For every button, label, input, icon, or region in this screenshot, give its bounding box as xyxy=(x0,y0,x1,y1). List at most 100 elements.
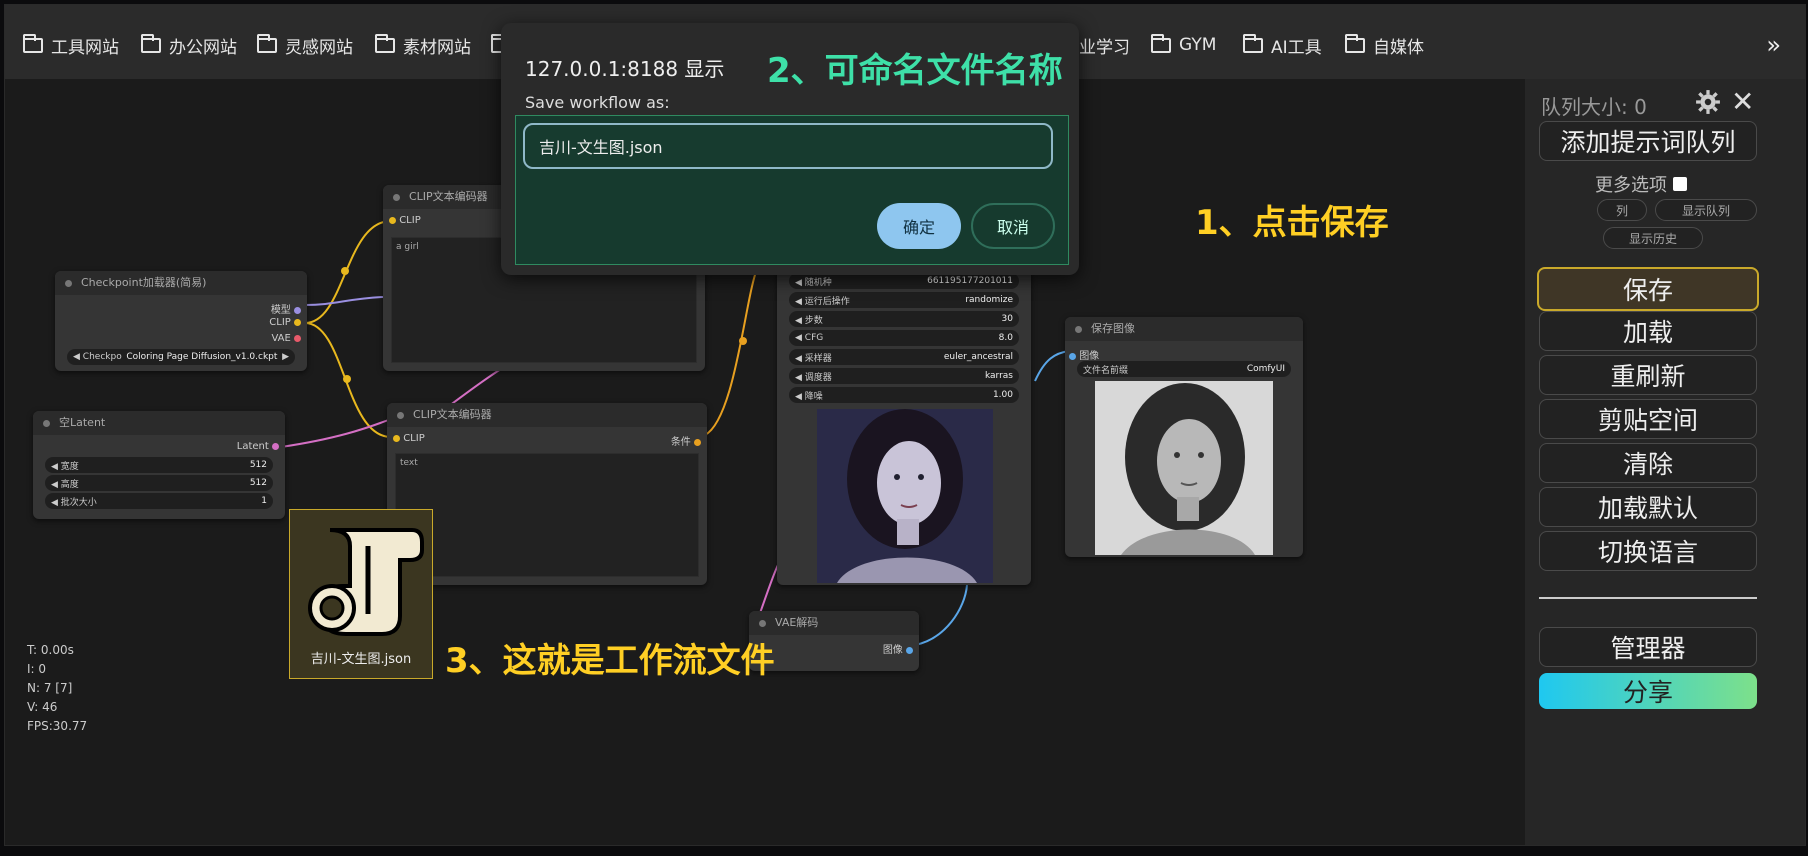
bookmark-label: 办公网站 xyxy=(169,37,237,58)
bookmarks-more-button[interactable]: » xyxy=(1766,31,1781,59)
output-model[interactable]: 模型 xyxy=(271,301,301,316)
output-image[interactable]: 图像 xyxy=(883,641,913,656)
dialog-prompt-label: Save workflow as: xyxy=(525,93,670,112)
wire-image-vae xyxy=(914,584,968,646)
filename-prefix-widget[interactable]: 文件名前缀 ComfyUI xyxy=(1077,361,1291,377)
view-queue-partial-button[interactable]: 列 xyxy=(1597,199,1647,221)
queue-prompt-button[interactable]: 添加提示词队列 xyxy=(1539,121,1757,161)
stat-fps: FPS:30.77 xyxy=(27,719,88,733)
stat-time: T: 0.00s xyxy=(27,643,74,657)
wire-conditioning xyxy=(704,268,758,436)
bookmark-label: 自媒体 xyxy=(1373,37,1424,58)
bookmark-label: GYM xyxy=(1179,35,1217,55)
workflow-file-icon xyxy=(308,528,424,636)
annotation-step-2: 2、可命名文件名称 xyxy=(767,51,1063,91)
bookmark-label: AI工具 xyxy=(1271,37,1322,58)
folder-icon xyxy=(141,33,161,53)
bookmark-tools[interactable]: 工具网站 xyxy=(23,33,119,58)
more-options-row[interactable]: 更多选项 xyxy=(1595,171,1687,197)
scheduler-widget[interactable]: ◀ 调度器 karras xyxy=(789,368,1019,384)
seed-widget[interactable]: ◀ 随机种 661195177201011 xyxy=(789,273,1019,289)
wire-image-save xyxy=(1034,350,1070,382)
stat-iterations: I: 0 xyxy=(27,662,47,676)
wire-midpoint xyxy=(739,337,747,345)
refresh-button[interactable]: 重刷新 xyxy=(1539,355,1757,395)
annotation-step-3: 3、这就是工作流文件 xyxy=(445,641,775,681)
cfg-widget[interactable]: ◀ CFG 8.0 xyxy=(789,330,1019,346)
wire-midpoint xyxy=(343,375,351,383)
batch-size-widget[interactable]: ◀ 批次大小 1 xyxy=(45,493,273,509)
confirm-button[interactable]: 确定 xyxy=(877,203,961,249)
node-title: 空Latent xyxy=(33,411,285,435)
ckpt-name-widget[interactable]: ◀ Checkpo Coloring Page Diffusion_v1.0.ck… xyxy=(67,349,295,365)
sampler-widget[interactable]: ◀ 采样器 euler_ancestral xyxy=(789,349,1019,365)
save-image-node[interactable]: 保存图像 图像 文件名前缀 ComfyUI xyxy=(1065,317,1303,557)
node-title: Checkpoint加载器(简易) xyxy=(55,271,307,295)
empty-latent-node[interactable]: 空Latent Latent ◀ 宽度 512 ◀ 高度 512 ◀ 批次大小 1 xyxy=(33,411,285,519)
folder-icon xyxy=(1243,33,1263,53)
menu-divider xyxy=(1539,597,1757,599)
prompt-textarea[interactable]: text xyxy=(395,453,699,577)
clip-text-encode-bottom-node[interactable]: CLIP文本编码器 CLIP 条件 text xyxy=(387,403,707,585)
stat-nodes: N: 7 [7] xyxy=(27,681,73,695)
workflow-file-name: 吉川-文生图.json xyxy=(310,652,412,667)
save-button[interactable]: 保存 xyxy=(1537,267,1759,311)
folder-icon xyxy=(257,33,277,53)
height-widget[interactable]: ◀ 高度 512 xyxy=(45,475,273,491)
input-clip[interactable]: CLIP xyxy=(393,433,425,444)
bookmark-label: 工具网站 xyxy=(51,37,119,58)
clipspace-button[interactable]: 剪贴空间 xyxy=(1539,399,1757,439)
folder-icon xyxy=(375,33,395,53)
more-options-label: 更多选项 xyxy=(1595,175,1667,196)
view-queue-button[interactable]: 显示队列 xyxy=(1655,199,1757,221)
output-latent[interactable]: Latent xyxy=(237,441,279,452)
more-options-checkbox[interactable] xyxy=(1673,177,1687,191)
bookmark-label: 素材网站 xyxy=(403,37,471,58)
saved-image xyxy=(1095,381,1273,555)
checkpoint-loader-node[interactable]: Checkpoint加载器(简易) 模型 CLIP VAE ◀ Checkpo C… xyxy=(55,271,307,371)
bookmark-inspiration[interactable]: 灵感网站 xyxy=(257,33,353,58)
canvas-stats: T: 0.00s I: 0 N: 7 [7] V: 46 FPS:30.77 xyxy=(27,641,87,736)
app-window: 工具网站 办公网站 灵感网站 素材网站 业学习 GYM AI工具 自媒体 » C… xyxy=(4,4,1806,846)
switch-language-button[interactable]: 切换语言 xyxy=(1539,531,1757,571)
folder-icon xyxy=(1345,33,1365,53)
bookmark-study[interactable]: 业学习 xyxy=(1079,33,1130,58)
bookmark-gym[interactable]: GYM xyxy=(1151,33,1216,57)
workflow-name-input[interactable] xyxy=(523,123,1053,169)
node-title: 保存图像 xyxy=(1065,317,1303,341)
wire-model xyxy=(304,296,384,306)
close-icon[interactable]: ✕ xyxy=(1731,85,1754,118)
output-vae[interactable]: VAE xyxy=(271,333,301,344)
cancel-button[interactable]: 取消 xyxy=(971,203,1055,249)
bookmark-media[interactable]: 自媒体 xyxy=(1345,33,1424,58)
node-title: CLIP文本编码器 xyxy=(387,403,707,427)
output-conditioning[interactable]: 条件 xyxy=(671,433,701,448)
folder-icon xyxy=(1151,33,1171,53)
bookmark-office[interactable]: 办公网站 xyxy=(141,33,237,58)
ksampler-node[interactable]: ◀ 随机种 661195177201011 ◀ 运行后操作 randomize ◀ … xyxy=(777,267,1031,585)
workflow-file[interactable]: 吉川-文生图.json xyxy=(289,509,433,679)
width-widget[interactable]: ◀ 宽度 512 xyxy=(45,457,273,473)
folder-icon xyxy=(23,33,43,53)
node-title: VAE解码 xyxy=(749,611,919,635)
bookmark-materials[interactable]: 素材网站 xyxy=(375,33,471,58)
manager-button[interactable]: 管理器 xyxy=(1539,627,1757,667)
bookmark-ai-tools[interactable]: AI工具 xyxy=(1243,33,1322,58)
gear-icon[interactable] xyxy=(1695,89,1721,115)
wire-midpoint xyxy=(341,267,349,275)
denoise-widget[interactable]: ◀ 降噪 1.00 xyxy=(789,387,1019,403)
control-after-generate-widget[interactable]: ◀ 运行后操作 randomize xyxy=(789,292,1019,308)
steps-widget[interactable]: ◀ 步数 30 xyxy=(789,311,1019,327)
stat-vertices: V: 46 xyxy=(27,700,58,714)
view-history-button[interactable]: 显示历史 xyxy=(1603,227,1703,249)
load-default-button[interactable]: 加载默认 xyxy=(1539,487,1757,527)
dialog-title: 127.0.0.1:8188 显示 xyxy=(525,57,725,81)
annotation-step-1: 1、点击保存 xyxy=(1195,203,1389,243)
input-image[interactable]: 图像 xyxy=(1069,347,1099,362)
output-clip[interactable]: CLIP xyxy=(269,317,301,328)
input-clip[interactable]: CLIP xyxy=(389,215,421,226)
share-button[interactable]: 分享 xyxy=(1539,673,1757,709)
load-button[interactable]: 加载 xyxy=(1539,311,1757,351)
clear-button[interactable]: 清除 xyxy=(1539,443,1757,483)
preview-image xyxy=(817,409,993,583)
